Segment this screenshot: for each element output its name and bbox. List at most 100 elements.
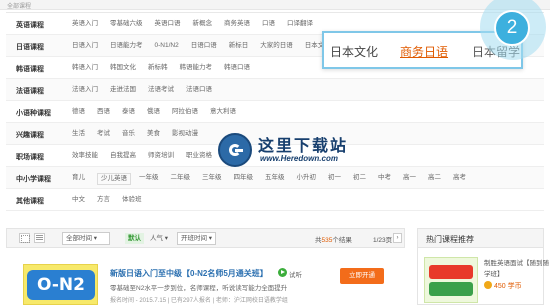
category-link[interactable]: 口译翻译 xyxy=(287,19,313,31)
watermark-name: 这里下载站 xyxy=(258,136,349,155)
category-link[interactable]: 中考 xyxy=(378,173,391,185)
category-label: 其他课程 xyxy=(16,198,44,205)
category-link[interactable]: 五年级 xyxy=(265,173,285,185)
category-link[interactable]: 高一 xyxy=(403,173,416,185)
category-items: 德语 西语 泰语 俄语 阿拉伯语 意大利语 xyxy=(72,107,544,119)
category-link[interactable]: 商务英语 xyxy=(224,19,250,31)
course-title[interactable]: 新版日语入门至中级【0-N2名师5月通关班】 xyxy=(110,268,268,279)
list-view-icon[interactable] xyxy=(34,233,45,243)
category-link[interactable]: 音乐 xyxy=(122,129,135,141)
coin-icon xyxy=(484,281,492,289)
category-link[interactable]: 方言 xyxy=(97,195,110,207)
tag-business-japanese[interactable]: 商务日语 xyxy=(400,43,448,60)
sort-default[interactable]: 默认 xyxy=(125,233,144,244)
category-link[interactable]: 俄语 xyxy=(147,107,160,119)
category-label: 英语课程 xyxy=(16,22,44,29)
category-label: 兴趣课程 xyxy=(16,132,44,139)
sort-start-time-label: 开班时间 xyxy=(181,235,207,242)
category-link[interactable]: 高考 xyxy=(453,173,466,185)
category-link[interactable]: 零基础六级 xyxy=(110,19,143,31)
time-select[interactable]: 全部时间 ▾ xyxy=(62,232,110,245)
category-link[interactable]: 英语入门 xyxy=(72,19,98,31)
category-link[interactable]: 生活 xyxy=(72,129,85,141)
watermark: 这里下载站 www.Heredown.com xyxy=(218,132,364,170)
category-link[interactable]: 四年级 xyxy=(234,173,254,185)
category-link[interactable]: 新标日 xyxy=(229,41,249,53)
category-link[interactable]: 效率技能 xyxy=(72,151,98,163)
category-link[interactable]: 大家的日语 xyxy=(260,41,293,53)
category-link[interactable]: 韩语口语 xyxy=(224,63,250,75)
trial-link[interactable]: 试听 xyxy=(289,269,302,279)
time-select-value: 全部时间 xyxy=(66,235,92,242)
category-link[interactable]: 阿拉伯语 xyxy=(172,107,198,119)
category-link[interactable]: 法语入门 xyxy=(72,85,98,97)
category-link[interactable]: 0-N1/N2 xyxy=(155,41,179,53)
category-items: 育儿 少儿英语 一年级 二年级 三年级 四年级 五年级 小升初 初一 初二 中考 高一 高二 高考 xyxy=(72,173,544,185)
course-list-toolbar: 全部时间 ▾ 默认 人气 ▾ 开班时间 ▾ 共535个结果 1/23页 › xyxy=(6,228,405,248)
enroll-button[interactable]: 立即开通 xyxy=(340,268,384,284)
category-link[interactable]: 新概念 xyxy=(193,19,213,31)
category-link[interactable]: 体验班 xyxy=(122,195,142,207)
category-link[interactable]: 日语入门 xyxy=(72,41,98,53)
hot-courses-title: 热门课程推荐 xyxy=(426,235,474,244)
category-link[interactable]: 意大利语 xyxy=(210,107,236,119)
category-link[interactable]: 法语口语 xyxy=(186,85,212,97)
category-link[interactable]: 高二 xyxy=(428,173,441,185)
page-indicator: 1/23页 xyxy=(373,237,393,244)
category-link[interactable]: 育儿 xyxy=(72,173,85,185)
page-header: 全部课程 xyxy=(0,0,550,10)
course-thumbnail-text: O-N2 xyxy=(27,270,95,300)
category-link[interactable]: 德语 xyxy=(72,107,85,119)
tag-japanese-culture[interactable]: 日本文化 xyxy=(330,43,378,60)
category-link[interactable]: 一年级 xyxy=(139,173,159,185)
category-link[interactable]: 中文 xyxy=(72,195,85,207)
hot-course-price: 450 学币 xyxy=(494,283,522,290)
watermark-logo-icon xyxy=(218,133,252,167)
category-link[interactable]: 走进法国 xyxy=(110,85,136,97)
sort-popularity[interactable]: 人气 ▾ xyxy=(147,233,171,244)
hot-course-name-cont[interactable]: 学班】 xyxy=(484,268,504,278)
result-count-value: 535 xyxy=(321,237,333,244)
category-link[interactable]: 日语口语 xyxy=(191,41,217,53)
category-row: 法语课程 法语入门 走进法国 法语考试 法语口语 xyxy=(6,79,544,101)
category-items: 法语入门 走进法国 法语考试 法语口语 xyxy=(72,85,544,97)
category-link[interactable]: 泰语 xyxy=(122,107,135,119)
hot-course-name[interactable]: 制胜英语面试【随到随 xyxy=(484,259,549,268)
category-link[interactable]: 日语能力考 xyxy=(110,41,143,53)
category-link[interactable]: 西语 xyxy=(97,107,110,119)
category-link[interactable]: 口语 xyxy=(262,19,275,31)
category-link[interactable]: 新标韩 xyxy=(148,63,168,75)
category-link[interactable]: 初一 xyxy=(328,173,341,185)
category-items: 中文 方言 体验班 xyxy=(72,195,544,207)
category-link[interactable]: 小升初 xyxy=(297,173,317,185)
category-link[interactable]: 考试 xyxy=(97,129,110,141)
category-link[interactable]: 职业资格 xyxy=(186,151,212,163)
play-icon[interactable] xyxy=(278,268,287,277)
course-thumbnail[interactable]: O-N2 xyxy=(23,264,98,305)
category-link[interactable]: 少儿英语 xyxy=(97,173,131,185)
category-label: 职场课程 xyxy=(16,154,44,161)
hot-courses-header: 热门课程推荐 xyxy=(418,229,543,248)
result-count-suffix: 个结果 xyxy=(332,237,352,244)
category-link[interactable]: 影视动漫 xyxy=(172,129,198,141)
category-link[interactable]: 韩语能力考 xyxy=(180,63,213,75)
result-count: 共535个结果 xyxy=(315,234,352,244)
category-link[interactable]: 师资培训 xyxy=(148,151,174,163)
category-link[interactable]: 自我提高 xyxy=(110,151,136,163)
category-label: 小语种课程 xyxy=(16,110,51,117)
course-description: 零基础至N2水平一步到位，名师课程，听说读写能力全面提升 xyxy=(110,285,288,292)
sort-start-time[interactable]: 开班时间 ▾ xyxy=(177,232,217,245)
step-badge: 2 xyxy=(494,10,530,46)
category-row: 其他课程 中文 方言 体验班 xyxy=(6,189,544,211)
category-link[interactable]: 法语考试 xyxy=(148,85,174,97)
next-page-button[interactable]: › xyxy=(393,233,402,243)
category-link[interactable]: 美食 xyxy=(147,129,160,141)
category-link[interactable]: 二年级 xyxy=(171,173,191,185)
grid-view-icon[interactable] xyxy=(19,233,30,243)
category-link[interactable]: 韩语入门 xyxy=(72,63,98,75)
category-link[interactable]: 初二 xyxy=(353,173,366,185)
hot-course-image[interactable] xyxy=(424,257,478,303)
category-link[interactable]: 韩国文化 xyxy=(110,63,136,75)
category-link[interactable]: 英语口语 xyxy=(155,19,181,31)
category-link[interactable]: 三年级 xyxy=(202,173,222,185)
